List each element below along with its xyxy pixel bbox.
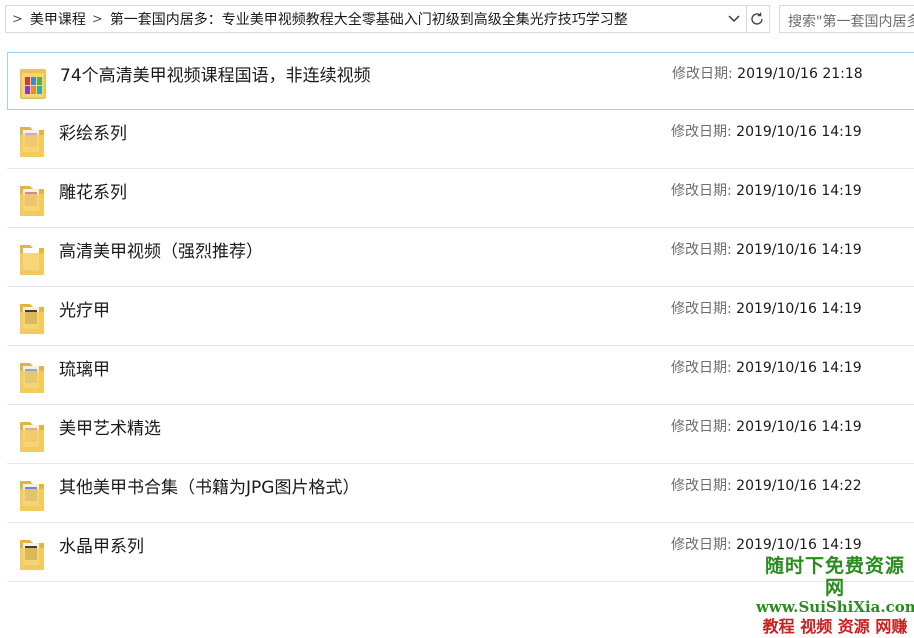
modified-label: 修改日期: [671,242,732,258]
modified-label: 修改日期: [671,419,732,435]
modified-date: 2019/10/16 14:19 [736,360,862,376]
folder-icon [20,363,44,393]
watermark: 随时下免费资源网 www.SuiShiXia.com 教程 视频 资源 网赚 [756,555,914,638]
refresh-icon [750,12,763,25]
file-name: 雕花系列 [59,183,127,203]
modified-date: 2019/10/16 14:19 [736,537,862,553]
file-row[interactable]: 高清美甲视频（强烈推荐） 修改日期: 2019/10/16 14:19 [7,229,914,287]
folder-icon [20,540,44,570]
breadcrumb-chevron-icon[interactable]: > [86,12,110,27]
modified-label: 修改日期: [671,360,732,376]
file-row[interactable]: 光疗甲 修改日期: 2019/10/16 14:19 [7,288,914,346]
folder-icon [20,127,44,157]
modified-label: 修改日期: [671,478,732,494]
modified-label: 修改日期: [671,124,732,140]
modified-date: 2019/10/16 14:19 [736,419,862,435]
folder-icon [20,481,44,511]
file-row[interactable]: 琉璃甲 修改日期: 2019/10/16 14:19 [7,347,914,405]
folder-icon [20,304,44,334]
breadcrumb-chevron-icon[interactable]: > [6,12,30,27]
modified-date: 2019/10/16 14:22 [736,478,862,494]
file-row[interactable]: 彩绘系列 修改日期: 2019/10/16 14:19 [7,111,914,169]
folder-icon [20,245,44,275]
file-name: 其他美甲书合集（书籍为JPG图片格式） [59,478,360,498]
modified-date: 2019/10/16 14:19 [736,242,862,258]
watermark-site-name: 随时下免费资源网 [764,555,905,599]
file-name: 光疗甲 [59,301,110,321]
modified-date: 2019/10/16 14:19 [736,301,862,317]
navigation-bar: > 美甲课程 > 第一套国内居多：专业美甲视频教程大全零基础入门初级到高级全集光… [0,0,914,40]
breadcrumb-item-parent[interactable]: 美甲课程 [30,9,86,29]
modified-info: 修改日期: 2019/10/16 14:19 [671,416,862,436]
file-row[interactable]: 74个高清美甲视频课程国语，非连续视频 修改日期: 2019/10/16 21:… [7,52,914,110]
modified-info: 修改日期: 2019/10/16 14:19 [671,180,862,200]
file-name: 琉璃甲 [59,360,110,380]
file-name: 彩绘系列 [59,124,127,144]
modified-info: 修改日期: 2019/10/16 21:18 [672,63,863,83]
modified-info: 修改日期: 2019/10/16 14:19 [671,121,862,141]
file-name: 高清美甲视频（强烈推荐） [59,242,263,262]
refresh-button[interactable] [744,5,770,33]
file-row[interactable]: 美甲艺术精选 修改日期: 2019/10/16 14:19 [7,406,914,464]
modified-info: 修改日期: 2019/10/16 14:19 [671,534,862,554]
chevron-down-icon[interactable] [727,10,741,28]
file-name: 水晶甲系列 [59,537,144,557]
modified-label: 修改日期: [671,301,732,317]
modified-label: 修改日期: [671,183,732,199]
watermark-url: www.SuiShiXia.com [756,598,914,616]
modified-date: 2019/10/16 14:19 [736,183,862,199]
modified-info: 修改日期: 2019/10/16 14:19 [671,298,862,318]
folder-icon [20,186,44,216]
video-folder-icon [20,69,46,99]
search-input[interactable]: 搜索"第一套国内居多 [779,5,914,33]
watermark-tagline: 教程 视频 资源 网赚 [762,617,908,636]
file-name: 74个高清美甲视频课程国语，非连续视频 [60,66,371,86]
modified-label: 修改日期: [671,537,732,553]
modified-info: 修改日期: 2019/10/16 14:19 [671,239,862,259]
file-row[interactable]: 其他美甲书合集（书籍为JPG图片格式） 修改日期: 2019/10/16 14:… [7,465,914,523]
file-name: 美甲艺术精选 [59,419,161,439]
modified-label: 修改日期: [672,66,733,82]
modified-info: 修改日期: 2019/10/16 14:22 [671,475,862,495]
folder-icon [20,422,44,452]
modified-date: 2019/10/16 21:18 [737,66,863,82]
file-row[interactable]: 雕花系列 修改日期: 2019/10/16 14:19 [7,170,914,228]
breadcrumb-item-current[interactable]: 第一套国内居多：专业美甲视频教程大全零基础入门初级到高级全集光疗技巧学习整 [110,9,628,29]
address-bar[interactable]: > 美甲课程 > 第一套国内居多：专业美甲视频教程大全零基础入门初级到高级全集光… [5,5,747,33]
modified-date: 2019/10/16 14:19 [736,124,862,140]
modified-info: 修改日期: 2019/10/16 14:19 [671,357,862,377]
